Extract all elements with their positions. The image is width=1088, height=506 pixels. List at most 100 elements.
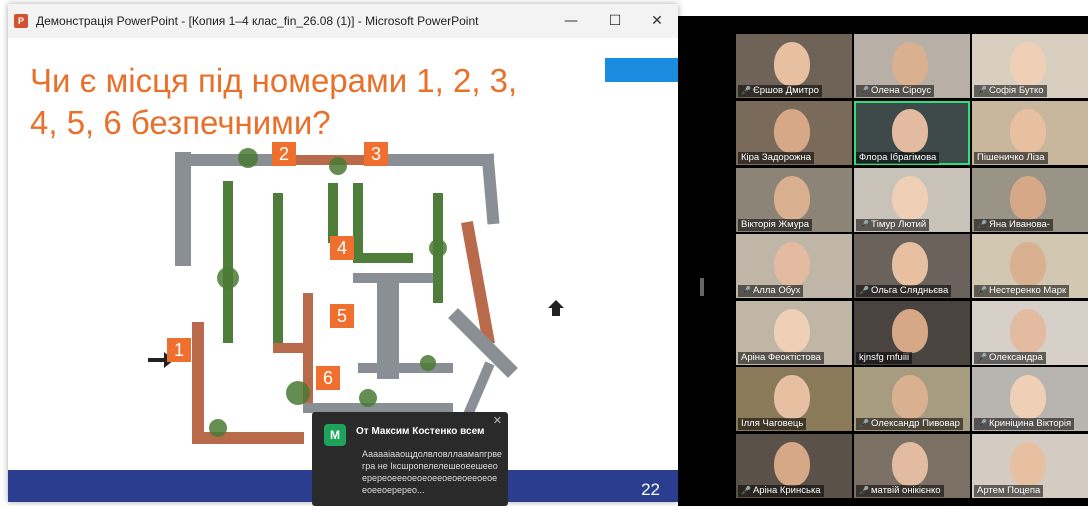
marker-4: 4 <box>330 236 354 260</box>
participant-tile[interactable]: 🎤 Софія Бутко <box>972 34 1088 98</box>
powerpoint-icon: P <box>14 14 28 28</box>
participant-video <box>1010 375 1046 419</box>
participant-name: 🎤 Олена Сіроус <box>856 85 935 97</box>
video-gallery: 🎤 Єршов Дмитро 🎤 Олена Сіроус 🎤 Софія Бутко Кі… <box>678 16 1088 506</box>
slide-accent-bar <box>605 58 678 82</box>
participant-video <box>892 442 928 486</box>
participant-tile[interactable]: Аріна Феоктістова <box>736 301 852 365</box>
participant-tile[interactable]: 🎤 Ольга Слядньєва <box>854 234 970 298</box>
participant-video <box>774 309 810 353</box>
participant-name: Кіра Задорожна <box>738 152 815 164</box>
participant-name-text: Аріна Феоктістова <box>741 352 821 363</box>
window-title: Демонстрація PowerPoint - [Копия 1–4 кла… <box>36 14 479 28</box>
participant-video <box>892 176 928 220</box>
participant-video <box>892 375 928 419</box>
participant-name-text: Нестеренко Марк <box>988 285 1067 296</box>
participant-name: 🎤 Яна Иванова- <box>974 219 1053 231</box>
participant-name: Флора Ібрагімова <box>856 152 940 164</box>
marker-2: 2 <box>272 142 296 166</box>
participant-name: 🎤 Єршов Дмитро <box>738 85 822 97</box>
participant-name: Артем Поцепа <box>974 485 1044 497</box>
participant-name-text: Яна Иванова- <box>988 219 1050 230</box>
marker-6: 6 <box>316 366 340 390</box>
screen: P Демонстрація PowerPoint - [Копия 1–4 к… <box>0 0 1088 506</box>
participant-tile[interactable]: Флора Ібрагімова <box>854 101 970 165</box>
marker-3: 3 <box>364 142 388 166</box>
participant-name: 🎤 Олександр Пивовар <box>856 418 963 430</box>
participant-name: 🎤 Тімур Лютий <box>856 219 930 231</box>
participant-tile[interactable]: 🎤 Криніцина Вікторія <box>972 367 1088 431</box>
participant-tile[interactable]: 🎤 Єршов Дмитро <box>736 34 852 98</box>
mic-muted-icon: 🎤 <box>859 286 869 295</box>
participant-name-text: Олександр Пивовар <box>870 418 960 429</box>
participant-video <box>1010 242 1046 286</box>
marker-5: 5 <box>330 304 354 328</box>
mic-muted-icon: 🎤 <box>977 220 987 229</box>
participant-name-text: Ілля Чаговець <box>741 418 804 429</box>
participant-video <box>1010 309 1046 353</box>
participant-name-text: Алла Обух <box>752 285 801 296</box>
participant-tile[interactable]: kjnsfg rnfuiii <box>854 301 970 365</box>
mic-muted-icon: 🎤 <box>977 286 987 295</box>
maximize-button[interactable]: ☐ <box>592 4 638 38</box>
chat-sender: От Максим Костенко всем <box>356 426 485 437</box>
participant-name: kjnsfg rnfuiii <box>856 352 913 364</box>
mic-muted-icon: 🎤 <box>741 86 751 95</box>
maze-illustration <box>148 148 564 445</box>
close-icon[interactable]: ✕ <box>493 414 502 427</box>
participant-name-text: Єршов Дмитро <box>752 85 819 96</box>
participant-tile[interactable]: Пішеничко Ліза <box>972 101 1088 165</box>
participant-video <box>892 309 928 353</box>
participant-name-text: Тімур Лютий <box>870 219 927 230</box>
participant-name: Аріна Феоктістова <box>738 352 824 364</box>
gallery-resize-handle[interactable] <box>700 278 704 296</box>
participant-video <box>1010 42 1046 86</box>
chat-avatar: М <box>324 424 346 446</box>
participant-name-text: kjnsfg rnfuiii <box>859 352 910 363</box>
participant-name-text: Кіра Задорожна <box>741 152 812 163</box>
chat-notification[interactable]: М От Максим Костенко всем ✕ Аааааіааощдо… <box>312 412 508 506</box>
mic-muted-icon: 🎤 <box>859 486 869 495</box>
participant-tile[interactable]: Артем Поцепа <box>972 434 1088 498</box>
participant-name-text: Вікторія Жмура <box>741 219 810 230</box>
participant-tile[interactable]: Вікторія Жмура <box>736 168 852 232</box>
participant-tile[interactable]: 🎤 Яна Иванова- <box>972 168 1088 232</box>
participant-name-text: Софія Бутко <box>988 85 1044 96</box>
participant-video <box>892 109 928 153</box>
participant-tile[interactable]: 🎤 Алла Обух <box>736 234 852 298</box>
participant-name-text: Пішеничко Ліза <box>977 152 1045 163</box>
mic-muted-icon: 🎤 <box>859 220 869 229</box>
participant-name: 🎤 Олександра <box>974 352 1046 364</box>
minimize-button[interactable]: — <box>548 4 594 38</box>
participant-name: Пішеничко Ліза <box>974 152 1048 164</box>
participant-tile[interactable]: 🎤 Аріна Кринська <box>736 434 852 498</box>
participant-tile[interactable]: Кіра Задорожна <box>736 101 852 165</box>
close-button[interactable]: ✕ <box>634 4 678 38</box>
participant-video <box>1010 176 1046 220</box>
participant-tile[interactable]: 🎤 Нестеренко Марк <box>972 234 1088 298</box>
participant-tile[interactable]: 🎤 Олександра <box>972 301 1088 365</box>
participant-video <box>774 42 810 86</box>
marker-1: 1 <box>167 338 191 362</box>
mic-muted-icon: 🎤 <box>859 419 869 428</box>
participant-tile[interactable]: 🎤 матвій онікієнко <box>854 434 970 498</box>
participant-tile[interactable]: Ілля Чаговець <box>736 367 852 431</box>
participant-name: 🎤 Софія Бутко <box>974 85 1047 97</box>
mic-muted-icon: 🎤 <box>741 286 751 295</box>
participant-video <box>774 442 810 486</box>
participant-video <box>774 242 810 286</box>
participant-tile[interactable]: 🎤 Олена Сіроус <box>854 34 970 98</box>
participant-name: 🎤 Аріна Кринська <box>738 485 824 497</box>
title-bar[interactable]: P Демонстрація PowerPoint - [Копия 1–4 к… <box>8 4 678 38</box>
participant-video <box>1010 109 1046 153</box>
participant-name: 🎤 матвій онікієнко <box>856 485 944 497</box>
participant-video <box>1010 442 1046 486</box>
participant-tile[interactable]: 🎤 Олександр Пивовар <box>854 367 970 431</box>
participant-name-text: Криніцина Вікторія <box>988 418 1072 429</box>
participant-video <box>774 176 810 220</box>
participant-tile[interactable]: 🎤 Тімур Лютий <box>854 168 970 232</box>
participant-name-text: Флора Ібрагімова <box>859 152 937 163</box>
participant-name: 🎤 Криніцина Вікторія <box>974 418 1075 430</box>
slide-title: Чи є місця під номерами 1, 2, 3, 4, 5, 6… <box>30 60 590 144</box>
participant-video <box>892 242 928 286</box>
